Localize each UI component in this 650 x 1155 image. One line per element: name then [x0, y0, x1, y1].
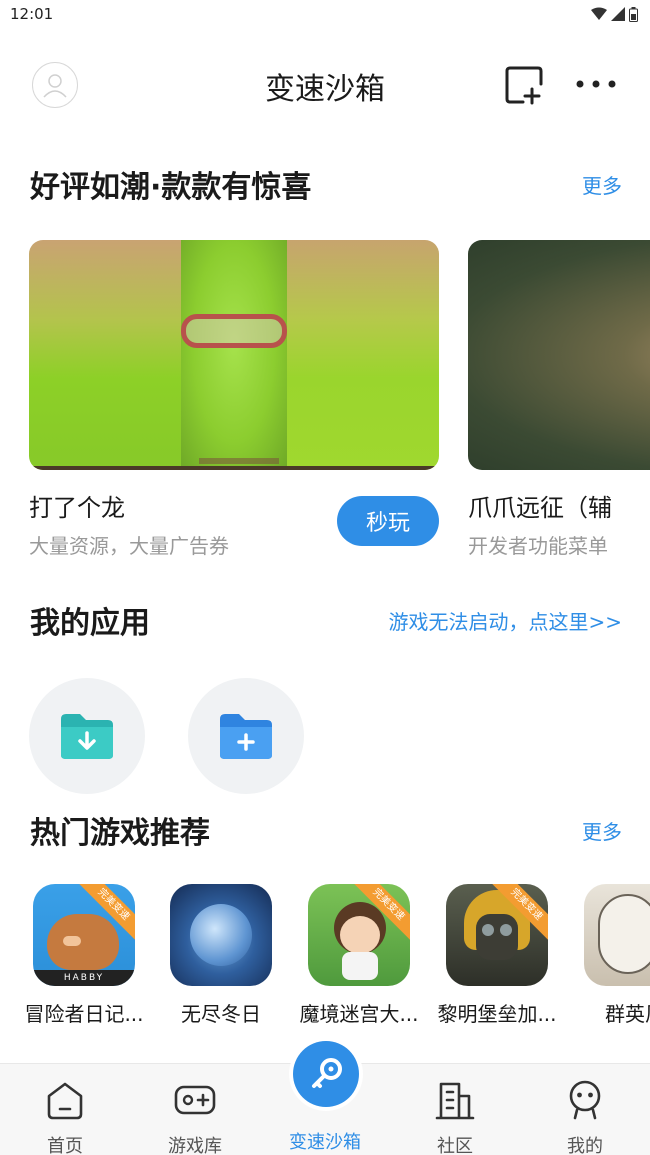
home-icon [47, 1082, 83, 1120]
tab-label: 社区 [437, 1136, 473, 1155]
featured-game-name[interactable]: 爪爪远征（辅 [468, 488, 612, 523]
game-name[interactable]: 无尽冬日 [156, 998, 286, 1027]
status-icons [591, 6, 638, 22]
game-name[interactable]: 冒险者日记... [19, 998, 149, 1027]
speed-sandbox-center-button[interactable] [289, 1037, 363, 1111]
building-icon [435, 1082, 475, 1120]
gamepad-icon [174, 1085, 216, 1115]
featured-header: 好评如潮·款款有惊喜 更多 [30, 162, 622, 206]
wifi-icon [591, 7, 607, 20]
add-app-button[interactable] [188, 678, 304, 794]
tab-label: 首页 [47, 1136, 83, 1155]
game-name[interactable]: 群英风 [570, 998, 650, 1027]
game-item[interactable]: 无尽冬日 [156, 882, 286, 1027]
hot-games-header: 热门游戏推荐 更多 [30, 808, 622, 852]
tab-home[interactable]: 首页 [10, 1078, 120, 1155]
featured-game-name[interactable]: 打了个龙 [29, 488, 125, 523]
featured-game-desc: 大量资源，大量广告券 [29, 534, 229, 558]
page-title: 变速沙箱 [265, 72, 385, 107]
import-app-button[interactable] [29, 678, 145, 794]
add-window-button[interactable] [503, 64, 545, 106]
game-icon[interactable] [170, 884, 272, 986]
center-button-inner [293, 1041, 359, 1107]
section-title-my-apps: 我的应用 [30, 606, 150, 641]
tab-game-library[interactable]: 游戏库 [140, 1078, 250, 1155]
game-icon[interactable]: 完美变速 [446, 884, 548, 986]
game-item[interactable]: 完美变速 魔境迷宫大... [294, 882, 424, 1027]
signal-icon [611, 7, 625, 21]
folder-add-icon [220, 714, 272, 759]
game-name[interactable]: 黎明堡垒加... [432, 998, 562, 1027]
status-time: 12:01 [10, 5, 54, 23]
featured-more-link[interactable]: 更多 [582, 170, 622, 199]
game-item[interactable]: HABBY 完美变速 冒险者日记... [19, 882, 149, 1027]
more-icon[interactable] [574, 72, 618, 96]
tab-label: 变速沙箱 [289, 1132, 361, 1153]
game-item[interactable]: 群英风 [570, 882, 650, 1027]
folder-download-icon [61, 714, 113, 759]
my-apps-header: 我的应用 游戏无法启动，点这里>> [30, 598, 622, 642]
featured-card[interactable]: 打了个龙 大量资源，大量广告券 秒玩 [29, 240, 439, 558]
battery-icon [629, 6, 638, 22]
game-icon[interactable] [584, 884, 650, 986]
instant-play-button[interactable]: 秒玩 [337, 496, 439, 546]
tab-community[interactable]: 社区 [400, 1078, 510, 1155]
section-title-hot-games: 热门游戏推荐 [30, 816, 210, 851]
game-name[interactable]: 魔境迷宫大... [294, 998, 424, 1027]
featured-game-desc: 开发者功能菜单 [468, 534, 608, 558]
game-item[interactable]: 完美变速 黎明堡垒加... [432, 882, 562, 1027]
tab-speed-sandbox[interactable]: 变速沙箱 [270, 1128, 380, 1154]
tab-profile[interactable]: 我的 [530, 1078, 640, 1155]
featured-card[interactable]: 爪爪远征（辅 开发者功能菜单 [468, 240, 650, 558]
game-icon[interactable]: 完美变速 [308, 884, 410, 986]
game-icon[interactable]: HABBY 完美变速 [33, 884, 135, 986]
featured-carousel[interactable]: 打了个龙 大量资源，大量广告券 秒玩 爪爪远征（辅 开发者功能菜单 [0, 240, 650, 560]
hot-games-more-link[interactable]: 更多 [582, 816, 622, 845]
tab-label: 游戏库 [168, 1136, 222, 1155]
key-icon [312, 1058, 342, 1088]
featured-game-image[interactable] [29, 240, 439, 470]
game-icon-label: HABBY [33, 970, 135, 986]
profile-icon [569, 1080, 601, 1120]
featured-game-image[interactable] [468, 240, 650, 470]
status-bar: 12:01 [0, 0, 650, 28]
top-bar: 变速沙箱 [0, 50, 650, 120]
launch-help-link[interactable]: 游戏无法启动，点这里>> [388, 606, 622, 635]
tab-label: 我的 [567, 1136, 603, 1155]
section-title-featured: 好评如潮·款款有惊喜 [30, 170, 312, 205]
hot-games-list[interactable]: HABBY 完美变速 冒险者日记... 无尽冬日 完美变速 魔境迷宫大... 完… [0, 882, 650, 1032]
